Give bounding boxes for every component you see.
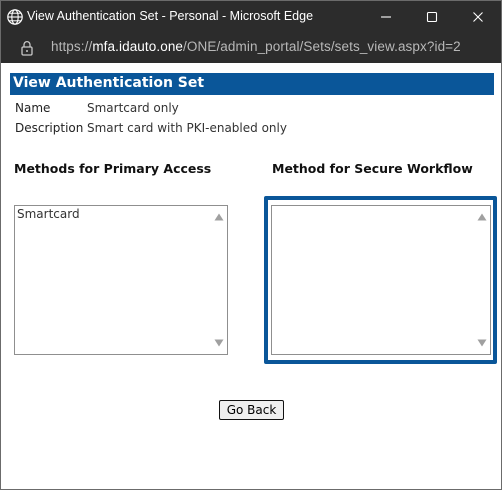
scroll-down-icon[interactable]	[477, 339, 487, 347]
description-label: Description	[15, 121, 84, 135]
primary-methods-listbox[interactable]: Smartcard	[14, 205, 228, 355]
close-icon	[473, 12, 483, 22]
description-value: Smart card with PKI-enabled only	[87, 121, 287, 135]
url-prefix: https://	[51, 39, 93, 54]
address-bar[interactable]: https://mfa.idauto.one/ONE/admin_portal/…	[1, 33, 501, 63]
page-header: View Authentication Set	[10, 73, 494, 95]
secure-workflow-title: Method for Secure Workflow	[272, 161, 473, 176]
maximize-button[interactable]	[409, 1, 455, 33]
url-text[interactable]: https://mfa.idauto.one/ONE/admin_portal/…	[51, 39, 461, 54]
name-value: Smartcard only	[87, 101, 179, 115]
go-back-button[interactable]: Go Back	[219, 400, 284, 420]
lock-icon[interactable]	[20, 40, 34, 56]
scroll-up-icon[interactable]	[477, 213, 487, 221]
maximize-icon	[426, 11, 438, 23]
primary-access-title: Methods for Primary Access	[14, 161, 212, 176]
browser-window: View Authentication Set - Personal - Mic…	[0, 0, 502, 490]
title-bar: View Authentication Set - Personal - Mic…	[1, 1, 501, 33]
name-label: Name	[15, 101, 51, 115]
list-item[interactable]: Smartcard	[17, 207, 80, 221]
minimize-icon	[381, 16, 391, 18]
scroll-up-icon[interactable]	[214, 213, 224, 221]
page-title: View Authentication Set	[13, 75, 205, 91]
page-content: View Authentication Set Name Smartcard o…	[1, 63, 501, 489]
minimize-button[interactable]	[363, 1, 409, 33]
close-button[interactable]	[455, 1, 501, 33]
scroll-down-icon[interactable]	[214, 339, 224, 347]
url-path: /ONE/admin_portal/Sets/sets_view.aspx?id…	[183, 39, 461, 54]
globe-icon	[6, 8, 24, 26]
url-host: mfa.idauto.one	[92, 39, 184, 54]
secure-workflow-listbox[interactable]	[271, 205, 491, 355]
window-title: View Authentication Set - Personal - Mic…	[27, 9, 314, 23]
